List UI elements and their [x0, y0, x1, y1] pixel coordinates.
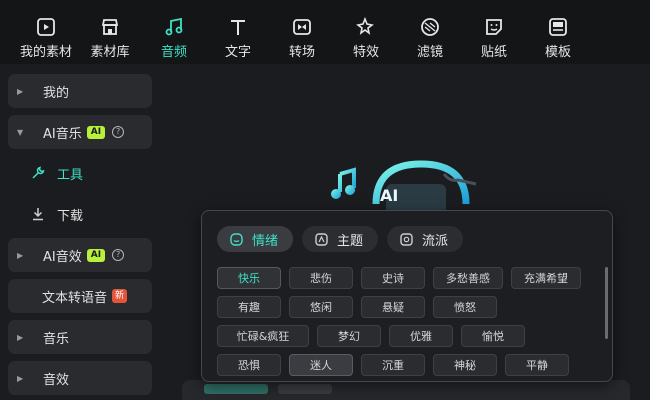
- tag-epic[interactable]: 史诗: [361, 267, 425, 289]
- tag-busy-crazy[interactable]: 忙碌&疯狂: [217, 325, 309, 347]
- tab-label: 主题: [337, 233, 364, 249]
- transition-icon: [291, 16, 313, 38]
- caret-down-icon: ▼: [17, 127, 24, 137]
- tag-fear[interactable]: 恐惧: [217, 354, 281, 376]
- tab-audio[interactable]: 音频: [142, 0, 206, 64]
- tab-sticker[interactable]: 贴纸: [462, 0, 526, 64]
- tag-sentimental[interactable]: 多愁善感: [433, 267, 503, 289]
- theme-icon: [315, 232, 328, 246]
- tag-calm[interactable]: 平静: [505, 354, 569, 376]
- tab-genre[interactable]: 流派: [387, 226, 464, 252]
- sticker-icon: [483, 16, 505, 38]
- tab-emotion[interactable]: 情绪: [217, 226, 294, 252]
- tab-material-library[interactable]: 素材库: [78, 0, 142, 64]
- download-icon: [31, 207, 47, 221]
- ai-badge: AI: [86, 125, 106, 139]
- tag-heavy[interactable]: 沉重: [361, 354, 425, 376]
- sidebar-item-label: 下载: [57, 208, 84, 224]
- caret-right-icon: ▶: [17, 332, 24, 342]
- sidebar-item-download[interactable]: 下载: [8, 197, 152, 231]
- wrench-icon: [31, 166, 47, 180]
- my-materials-icon: [35, 16, 57, 38]
- sidebar-item-text-to-speech[interactable]: 文本转语音 新: [8, 279, 152, 313]
- sidebar-item-label: 音效: [43, 372, 70, 388]
- tab-my-materials[interactable]: 我的素材: [14, 0, 78, 64]
- tab-label: 流派: [422, 233, 449, 249]
- tag-charming[interactable]: 迷人: [289, 354, 353, 376]
- ai-badge: AI: [86, 248, 106, 262]
- tag-suspense[interactable]: 悬疑: [361, 296, 425, 318]
- hero-ai-text: AI: [380, 186, 399, 205]
- new-badge: 新: [112, 289, 128, 303]
- tab-text[interactable]: 文字: [206, 0, 270, 64]
- tab-filter[interactable]: 滤镜: [398, 0, 462, 64]
- sidebar-item-label: 工具: [57, 167, 84, 183]
- tag-joyful[interactable]: 愉悦: [461, 325, 525, 347]
- music-note-icon: [163, 16, 185, 38]
- tag-happy[interactable]: 快乐: [217, 267, 281, 289]
- tab-label: 情绪: [252, 233, 279, 249]
- tab-label: 滤镜: [416, 45, 443, 60]
- help-icon[interactable]: ?: [112, 249, 125, 261]
- sidebar-item-mine[interactable]: ▶ 我的: [8, 74, 152, 108]
- tab-label: 转场: [288, 45, 315, 60]
- tag-leisurely[interactable]: 悠闲: [289, 296, 353, 318]
- caret-right-icon: ▶: [17, 86, 24, 96]
- ai-music-illustration: AI: [326, 144, 486, 214]
- tag-fun[interactable]: 有趣: [217, 296, 281, 318]
- caret-right-icon: ▶: [17, 373, 24, 383]
- sidebar-item-label: 我的: [43, 85, 70, 101]
- tab-label: 模板: [544, 45, 571, 60]
- top-toolbar: 我的素材 素材库 音频 文字 转场 特效 滤镜 贴纸 模板: [0, 0, 650, 64]
- sidebar-item-music[interactable]: ▶ 音乐: [8, 320, 152, 354]
- sidebar-item-label: AI音乐: [43, 126, 82, 142]
- tab-label: 特效: [352, 45, 379, 60]
- tab-label: 贴纸: [480, 45, 507, 60]
- tab-label: 文字: [224, 45, 251, 60]
- sidebar-item-label: 音乐: [43, 331, 70, 347]
- tag-row: 恐惧 迷人 沉重 神秘 平静: [217, 354, 597, 376]
- tag-sad[interactable]: 悲伤: [289, 267, 353, 289]
- emotion-icon: [230, 232, 243, 246]
- tag-row: 快乐 悲伤 史诗 多愁善感 充满希望: [217, 267, 597, 289]
- tab-label: 素材库: [90, 45, 130, 60]
- effects-icon: [355, 16, 377, 38]
- music-category-popover: 情绪 主题 流派 快乐 悲伤 史诗 多愁善感 充满希望 有趣 悠闲 悬疑 愤怒 …: [201, 210, 613, 382]
- sidebar-item-ai-sfx[interactable]: ▶ AI音效 AI ?: [8, 238, 152, 272]
- filter-icon: [419, 16, 441, 38]
- help-icon[interactable]: ?: [112, 126, 125, 138]
- store-icon: [99, 16, 121, 38]
- caret-right-icon: ▶: [17, 250, 24, 260]
- app-window: 我的素材 素材库 音频 文字 转场 特效 滤镜 贴纸 模板 ▶ 我的 ▼ AI音…: [0, 0, 650, 400]
- text-icon: [227, 16, 249, 38]
- tab-effects[interactable]: 特效: [334, 0, 398, 64]
- tag-mysterious[interactable]: 神秘: [433, 354, 497, 376]
- sidebar-item-ai-music[interactable]: ▼ AI音乐 AI ?: [8, 115, 152, 149]
- tab-template[interactable]: 模板: [526, 0, 590, 64]
- category-tabs: 情绪 主题 流派: [217, 226, 472, 252]
- tag-row: 有趣 悠闲 悬疑 愤怒: [217, 296, 597, 318]
- sidebar-item-tools[interactable]: 工具: [8, 156, 152, 190]
- tab-label: 音频: [160, 45, 187, 60]
- tag-row: 忙碌&疯狂 梦幻 优雅 愉悦: [217, 325, 597, 347]
- bottom-panel-edge: [182, 380, 630, 400]
- tab-label: 我的素材: [19, 45, 72, 60]
- tab-transition[interactable]: 转场: [270, 0, 334, 64]
- tag-dreamy[interactable]: 梦幻: [317, 325, 381, 347]
- emotion-tag-grid: 快乐 悲伤 史诗 多愁善感 充满希望 有趣 悠闲 悬疑 愤怒 忙碌&疯狂 梦幻 …: [217, 267, 597, 383]
- genre-icon: [400, 232, 413, 246]
- tag-hopeful[interactable]: 充满希望: [511, 267, 581, 289]
- tag-elegant[interactable]: 优雅: [389, 325, 453, 347]
- sidebar-item-label: 文本转语音: [42, 290, 108, 306]
- tag-scrollbar[interactable]: [605, 267, 608, 339]
- template-icon: [547, 16, 569, 38]
- tab-theme[interactable]: 主题: [302, 226, 379, 252]
- gray-indicator: [278, 384, 332, 394]
- teal-indicator: [204, 384, 268, 394]
- tag-angry[interactable]: 愤怒: [433, 296, 497, 318]
- sidebar-item-sfx[interactable]: ▶ 音效: [8, 361, 152, 395]
- sidebar: ▶ 我的 ▼ AI音乐 AI ? 工具 下载 ▶ AI音效 AI ? 文本转语音…: [0, 64, 166, 400]
- sidebar-item-label: AI音效: [43, 249, 82, 265]
